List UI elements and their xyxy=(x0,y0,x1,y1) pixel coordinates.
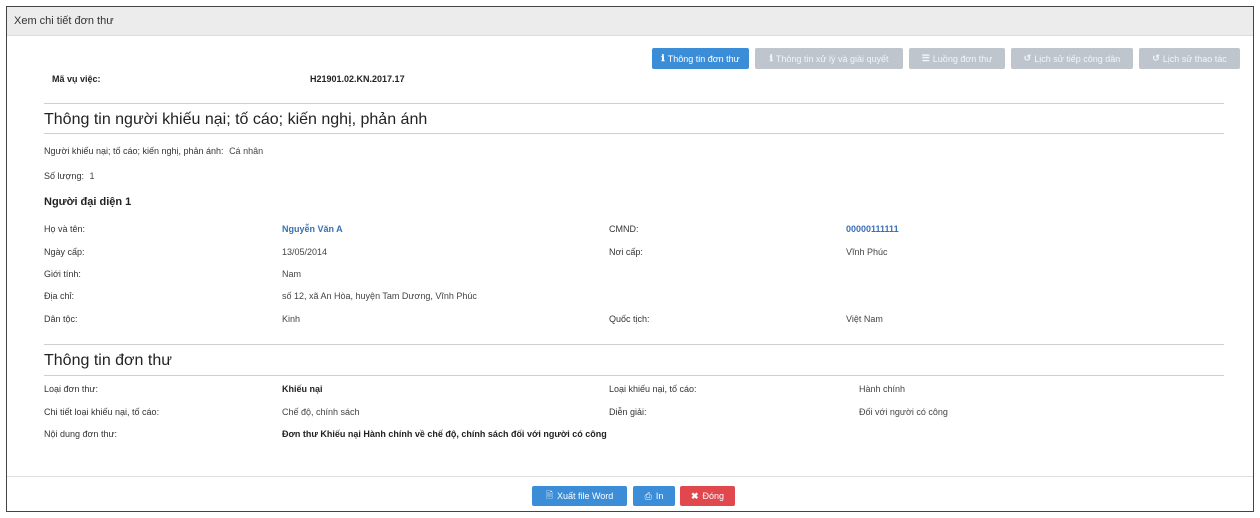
export-word-label: Xuất file Word xyxy=(556,491,614,501)
tab-petition-info-label: Thông tin đơn thư xyxy=(667,53,740,64)
complaint-kind-value: Hành chính xyxy=(859,384,906,394)
list-icon: ☰ xyxy=(921,53,930,63)
complainant-type: Người khiếu nại; tố cáo; kiến nghị, phản… xyxy=(44,146,263,156)
content-value: Đơn thư Khiếu nại Hành chính về chế độ, … xyxy=(282,429,607,439)
representative-title: Người đại diện 1 xyxy=(44,196,132,208)
case-code-label: Mã vụ việc: xyxy=(52,74,101,84)
complaint-detail-label: Chi tiết loại khiếu nại, tố cáo: xyxy=(44,407,160,417)
tab-petition-flow[interactable]: ☰ Luồng đơn thư xyxy=(909,48,1005,69)
issue-place-value: Vĩnh Phúc xyxy=(846,247,888,257)
print-label: In xyxy=(655,491,664,501)
info-icon: ℹ xyxy=(661,53,665,63)
divider xyxy=(44,103,1224,104)
id-value: 00000111111 xyxy=(846,224,899,234)
ethnic-value: Kinh xyxy=(282,314,301,324)
divider xyxy=(44,375,1224,376)
gender-value: Nam xyxy=(282,269,302,279)
address-value: số 12, xã An Hòa, huyện Tam Dương, Vĩnh … xyxy=(282,291,477,301)
ethnic-label: Dân tộc: xyxy=(44,314,78,324)
divider xyxy=(44,133,1224,134)
complainant-section-title: Thông tin người khiếu nại; tố cáo; kiến … xyxy=(44,111,428,128)
tab-processing-info[interactable]: ℹ Thông tin xử lý và giải quyết xyxy=(755,48,903,69)
tab-petition-info[interactable]: ℹ Thông tin đơn thư xyxy=(652,48,749,69)
content-label: Nội dung đơn thư: xyxy=(44,429,117,439)
export-word-button[interactable]: 🗎 Xuất file Word xyxy=(532,486,627,506)
print-button[interactable]: ⎙ In xyxy=(633,486,675,506)
divider xyxy=(44,344,1224,345)
history-icon: ↺ xyxy=(1152,53,1160,63)
complainant-type-value: Cá nhân xyxy=(229,146,264,156)
petition-type-value: Khiếu nại xyxy=(282,384,323,394)
history-icon: ↺ xyxy=(1023,53,1032,63)
window-title: Xem chi tiết đơn thư xyxy=(7,7,1253,36)
tab-action-history-label: Lịch sử thao tác xyxy=(1162,53,1227,64)
footer-bar: 🗎 Xuất file Word ⎙ In ✖ Đóng xyxy=(7,476,1253,511)
petition-section-title: Thông tin đơn thư xyxy=(44,352,172,369)
tab-action-history[interactable]: ↺ Lịch sử thao tác xyxy=(1139,48,1240,69)
gender-label: Giới tính: xyxy=(44,269,81,279)
issue-date-value: 13/05/2014 xyxy=(282,247,328,257)
tab-toolbar: ℹ Thông tin đơn thư ℹ Thông tin xử lý và… xyxy=(7,48,1253,70)
name-label: Họ và tên: xyxy=(44,224,86,234)
complainant-type-label: Người khiếu nại; tố cáo; kiến nghị, phản… xyxy=(44,146,224,156)
tab-reception-history-label: Lịch sử tiếp công dân xyxy=(1034,53,1121,64)
name-value: Nguyễn Văn A xyxy=(282,224,343,234)
petition-type-label: Loại đơn thư: xyxy=(44,384,98,394)
tab-reception-history[interactable]: ↺ Lịch sử tiếp công dân xyxy=(1011,48,1133,69)
count-label: Số lượng: xyxy=(44,171,84,181)
close-button[interactable]: ✖ Đóng xyxy=(680,486,735,506)
tab-petition-flow-label: Luồng đơn thư xyxy=(932,53,993,64)
complaint-detail-value: Chế độ, chính sách xyxy=(282,407,360,417)
explanation-value: Đối với người có công xyxy=(859,407,948,417)
detail-window: Xem chi tiết đơn thư ℹ Thông tin đơn thư… xyxy=(6,6,1254,512)
complaint-kind-label: Loại khiếu nại, tố cáo: xyxy=(609,384,697,394)
count-value: 1 xyxy=(89,171,95,181)
word-file-icon: 🗎 xyxy=(545,490,553,500)
address-label: Địa chỉ: xyxy=(44,291,75,301)
printer-icon: ⎙ xyxy=(644,490,652,501)
issue-place-label: Nơi cấp: xyxy=(609,247,643,257)
nationality-label: Quốc tịch: xyxy=(609,314,650,324)
nationality-value: Việt Nam xyxy=(846,314,883,324)
tab-processing-info-label: Thông tin xử lý và giải quyết xyxy=(775,53,889,64)
case-code-value: H21901.02.KN.2017.17 xyxy=(310,74,405,84)
id-label: CMND: xyxy=(609,224,639,234)
close-icon: ✖ xyxy=(690,490,699,501)
explanation-label: Diễn giải: xyxy=(609,407,647,417)
close-label: Đóng xyxy=(702,491,725,501)
info-icon: ℹ xyxy=(769,53,773,63)
issue-date-label: Ngày cấp: xyxy=(44,247,85,257)
complainant-count: Số lượng: 1 xyxy=(44,171,94,181)
